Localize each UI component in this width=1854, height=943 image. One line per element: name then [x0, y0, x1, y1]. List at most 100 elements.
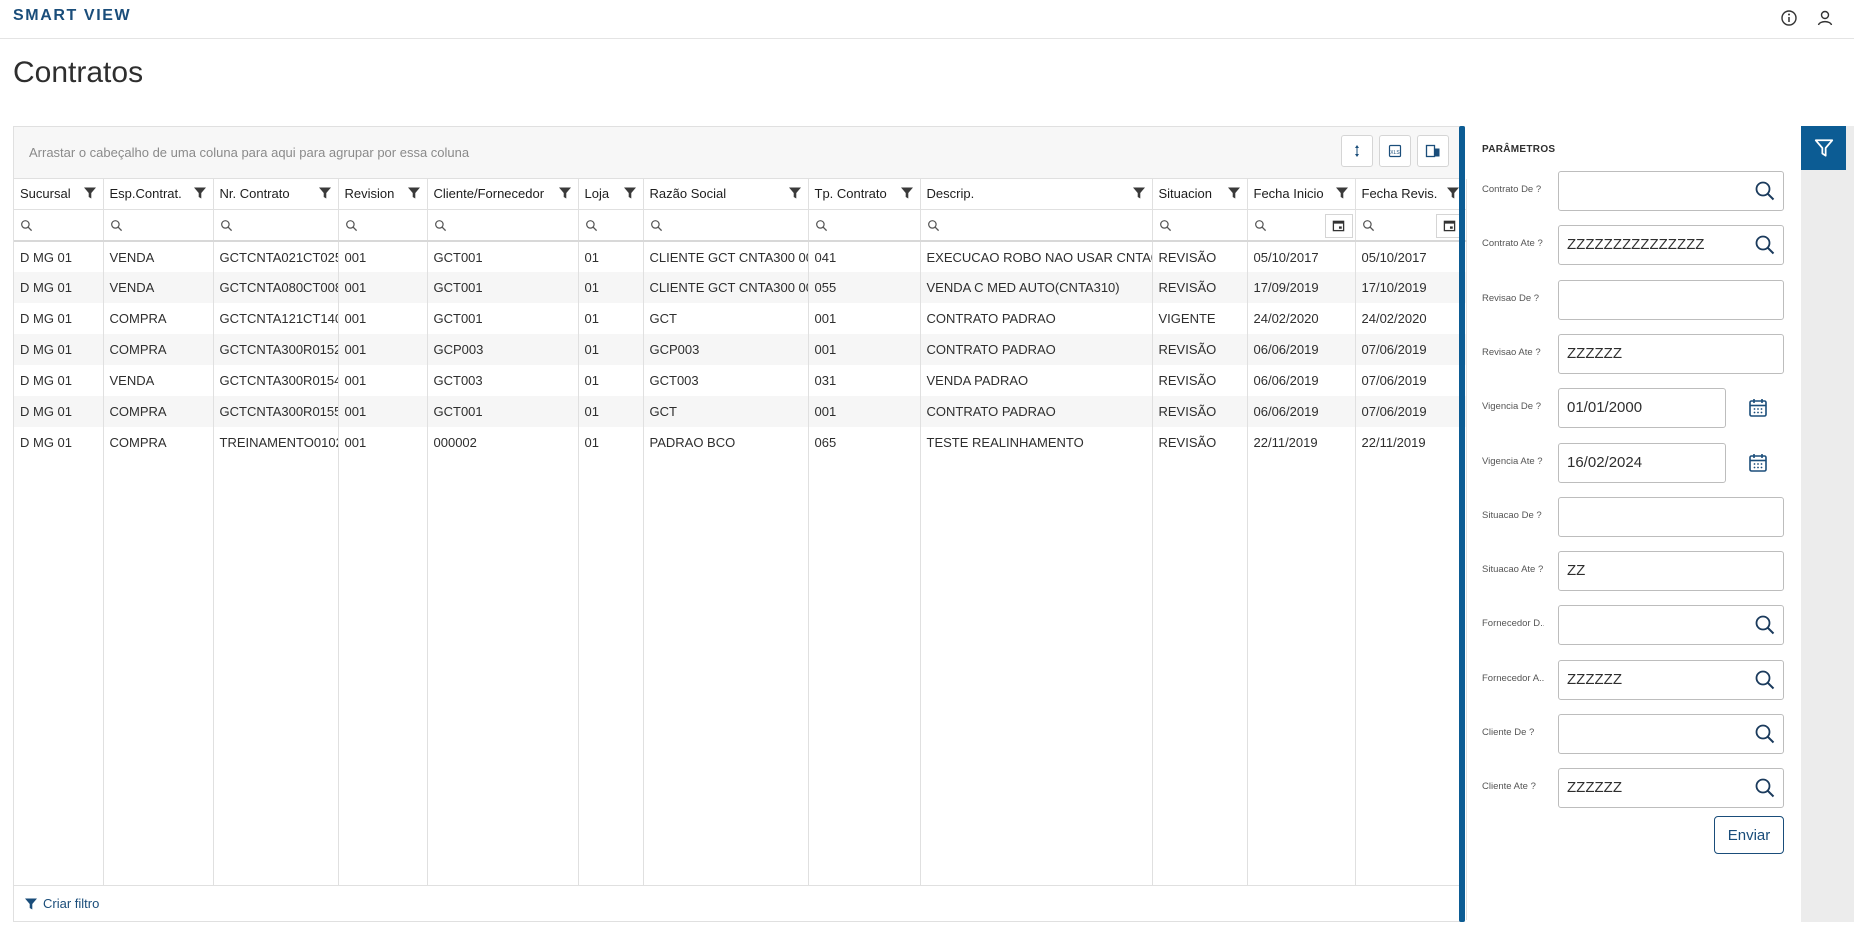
column-filter-input[interactable]	[213, 209, 339, 242]
column-filter-input[interactable]	[103, 209, 214, 242]
filter-icon[interactable]	[1132, 186, 1146, 200]
column-header-label: Fecha Revis.	[1361, 186, 1438, 202]
column-header[interactable]: Loja	[578, 179, 644, 210]
parameter-label: Cliente De ?	[1482, 727, 1535, 738]
table-row[interactable]: D MG 01 COMPRA GCTCNTA300R0152 001 GCP003 01 G…	[14, 334, 1467, 365]
parameter-row: Cliente De ?	[1482, 714, 1792, 754]
submit-button[interactable]: Enviar	[1714, 816, 1784, 854]
search-icon[interactable]	[1754, 234, 1776, 256]
group-by-bar[interactable]: Arrastar o cabeçalho de uma coluna para …	[14, 127, 1464, 179]
parameter-input[interactable]	[1558, 605, 1784, 646]
parameter-input[interactable]	[1558, 279, 1784, 320]
table-cell: TESTE REALINHAMENTO	[920, 427, 1153, 458]
info-icon[interactable]	[1779, 8, 1799, 28]
column-header[interactable]: Fecha Revis.	[1355, 179, 1467, 210]
parameter-input[interactable]	[1558, 171, 1784, 211]
column-filter-input[interactable]	[920, 209, 1153, 242]
calendar-icon[interactable]	[1748, 452, 1768, 474]
export-button[interactable]: XLS	[1379, 135, 1411, 167]
filter-icon[interactable]	[83, 186, 97, 200]
parameter-input[interactable]: ZZZZZZ	[1558, 333, 1784, 374]
table-row[interactable]: D MG 01 COMPRA GCTCNTA300R0155 001 GCT001 01 G…	[14, 396, 1467, 427]
parameter-input[interactable]	[1558, 714, 1784, 754]
parameter-row: Revisao Ate ? ZZZZZZ	[1482, 333, 1792, 374]
table-cell: CLIENTE GCT CNTA300 001	[643, 241, 809, 272]
calendar-icon[interactable]	[1324, 213, 1353, 238]
table-row[interactable]: D MG 01 COMPRA TREINAMENTO0102 001 000002 01 P…	[14, 427, 1467, 458]
search-icon[interactable]	[1754, 614, 1776, 636]
search-icon	[1254, 217, 1267, 232]
create-filter-link[interactable]: Criar filtro	[24, 896, 99, 911]
column-header[interactable]: Fecha Inicio	[1247, 179, 1356, 210]
empty-grid-area	[14, 458, 1467, 920]
filter-icon[interactable]	[900, 186, 914, 200]
parameter-input[interactable]: ZZ	[1558, 551, 1784, 592]
parameter-input[interactable]: 16/02/2024	[1558, 442, 1726, 483]
column-header[interactable]: Sucursal	[14, 179, 104, 210]
search-icon[interactable]	[1754, 777, 1776, 799]
search-icon[interactable]	[1754, 723, 1776, 745]
column-header[interactable]: Esp.Contrat.	[103, 179, 214, 210]
column-header[interactable]: Cliente/Fornecedor	[427, 179, 579, 210]
column-header[interactable]: Nr. Contrato	[213, 179, 339, 210]
column-header-label: Tp. Contrato	[814, 186, 887, 202]
filter-icon[interactable]	[193, 186, 207, 200]
column-header-label: Fecha Inicio	[1253, 186, 1324, 202]
parameter-label: Fornecedor D...	[1482, 618, 1544, 630]
column-filter-input[interactable]	[427, 209, 579, 242]
column-header[interactable]: Descrip.	[920, 179, 1153, 210]
table-row[interactable]: D MG 01 VENDA GCTCNTA300R0154 001 GCT003 01 GC…	[14, 365, 1467, 396]
filter-icon[interactable]	[407, 186, 421, 200]
filter-icon[interactable]	[1227, 186, 1241, 200]
column-header[interactable]: Situacion	[1152, 179, 1248, 210]
filter-icon[interactable]	[318, 186, 332, 200]
table-cell: 031	[808, 365, 921, 396]
parameter-label: Revisao De ?	[1482, 292, 1540, 304]
filter-icon[interactable]	[623, 186, 637, 200]
table-cell: 06/06/2019	[1247, 396, 1356, 427]
user-icon[interactable]	[1815, 8, 1835, 28]
column-filter-input[interactable]	[578, 209, 644, 242]
column-filter-input[interactable]	[808, 209, 921, 242]
column-header-label: Nr. Contrato	[219, 186, 290, 202]
panel-splitter[interactable]	[1459, 126, 1465, 922]
filter-icon[interactable]	[1335, 186, 1349, 200]
filter-icon[interactable]	[1446, 186, 1460, 200]
parameter-input[interactable]: ZZZZZZ	[1558, 659, 1784, 700]
parameter-input[interactable]: ZZZZZZ	[1558, 768, 1784, 809]
column-header[interactable]: Tp. Contrato	[808, 179, 921, 210]
top-bar: SMART VIEW	[0, 0, 1854, 39]
column-header[interactable]: Razão Social	[643, 179, 809, 210]
search-icon[interactable]	[1754, 180, 1776, 202]
parameter-row: Revisao De ?	[1482, 279, 1792, 320]
parameter-row: Situacao Ate ? ZZ	[1482, 551, 1792, 592]
filter-icon[interactable]	[788, 186, 802, 200]
filter-icon[interactable]	[558, 186, 572, 200]
search-icon	[1159, 217, 1172, 232]
table-cell: 065	[808, 427, 921, 458]
column-filter-input[interactable]	[338, 209, 428, 242]
filter-icon	[25, 898, 37, 909]
calendar-icon[interactable]	[1748, 397, 1768, 419]
column-chooser-button[interactable]	[1341, 135, 1373, 167]
table-cell: VENDA	[103, 272, 214, 303]
parameter-input[interactable]: 01/01/2000	[1558, 388, 1726, 429]
column-filter-input[interactable]	[14, 209, 104, 242]
search-icon[interactable]	[1754, 669, 1776, 691]
parameter-row: Fornecedor D...	[1482, 605, 1792, 646]
table-row[interactable]: D MG 01 VENDA GCTCNTA021CT025 001 GCT001 01 CL…	[14, 241, 1467, 272]
parameter-input[interactable]	[1558, 496, 1784, 537]
table-cell: D MG 01	[14, 241, 104, 272]
layout-button[interactable]	[1417, 135, 1449, 167]
column-header[interactable]: Revision	[338, 179, 428, 210]
column-filter-input[interactable]	[1355, 209, 1467, 242]
toggle-filter-button[interactable]	[1801, 126, 1846, 170]
table-row[interactable]: D MG 01 COMPRA GCTCNTA121CT140 001 GCT001 01 G…	[14, 303, 1467, 334]
column-filter-input[interactable]	[643, 209, 809, 242]
parameter-input[interactable]: ZZZZZZZZZZZZZZZ	[1558, 225, 1784, 266]
table-row[interactable]: D MG 01 VENDA GCTCNTA080CT008 001 GCT001 01 CL…	[14, 272, 1467, 303]
export-icon: XLS	[1388, 144, 1402, 158]
table-cell: GCT003	[643, 365, 809, 396]
column-filter-input[interactable]	[1247, 209, 1356, 242]
column-filter-input[interactable]	[1152, 209, 1248, 242]
